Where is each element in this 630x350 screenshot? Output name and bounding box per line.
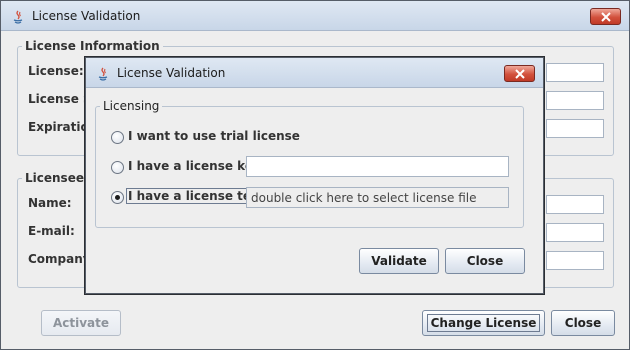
change-license-button-label: Change License bbox=[426, 314, 541, 332]
email-field bbox=[546, 223, 604, 242]
main-close-button-label: Close bbox=[564, 316, 602, 330]
name-field bbox=[546, 195, 604, 214]
java-icon bbox=[13, 10, 23, 24]
expiration-field bbox=[546, 119, 604, 138]
dialog-close-button-label: Close bbox=[466, 254, 504, 268]
validate-button[interactable]: Validate bbox=[359, 248, 439, 274]
license-information-title: License Information bbox=[22, 39, 163, 53]
validate-button-label: Validate bbox=[371, 254, 427, 268]
license-field bbox=[546, 63, 604, 82]
name-label: Name: bbox=[28, 196, 72, 210]
license-key-label[interactable]: I have a license key bbox=[128, 159, 261, 173]
main-close-icon[interactable] bbox=[590, 8, 621, 25]
license-file-field[interactable]: double click here to select license file bbox=[246, 187, 509, 208]
license-label: License: bbox=[28, 64, 84, 78]
license-key-input[interactable] bbox=[246, 156, 509, 177]
dialog-close-button[interactable]: Close bbox=[445, 248, 525, 274]
dialog-close-icon[interactable] bbox=[504, 65, 535, 82]
main-close-button[interactable]: Close bbox=[551, 310, 615, 336]
dialog-titlebar[interactable]: License Validation bbox=[86, 58, 543, 88]
dialog-title: License Validation bbox=[117, 66, 226, 80]
change-license-button[interactable]: Change License bbox=[422, 310, 545, 336]
trial-license-label[interactable]: I want to use trial license bbox=[128, 129, 300, 143]
company-field bbox=[546, 251, 604, 270]
main-titlebar[interactable]: License Validation bbox=[1, 1, 629, 31]
licensing-title: Licensing bbox=[100, 99, 163, 113]
email-label: E-mail: bbox=[28, 224, 75, 238]
license-validation-dialog: License Validation Licensing I want to u… bbox=[85, 57, 544, 294]
licensing-group: Licensing I want to use trial license I … bbox=[95, 99, 524, 228]
license-key-radio[interactable] bbox=[111, 161, 124, 174]
main-title: License Validation bbox=[32, 9, 141, 23]
java-icon bbox=[98, 67, 108, 81]
activate-button[interactable]: Activate bbox=[41, 310, 121, 336]
activate-button-label: Activate bbox=[52, 316, 110, 330]
trial-license-radio[interactable] bbox=[111, 131, 124, 144]
license-status-field bbox=[546, 91, 604, 110]
license-text-radio[interactable] bbox=[111, 191, 124, 204]
